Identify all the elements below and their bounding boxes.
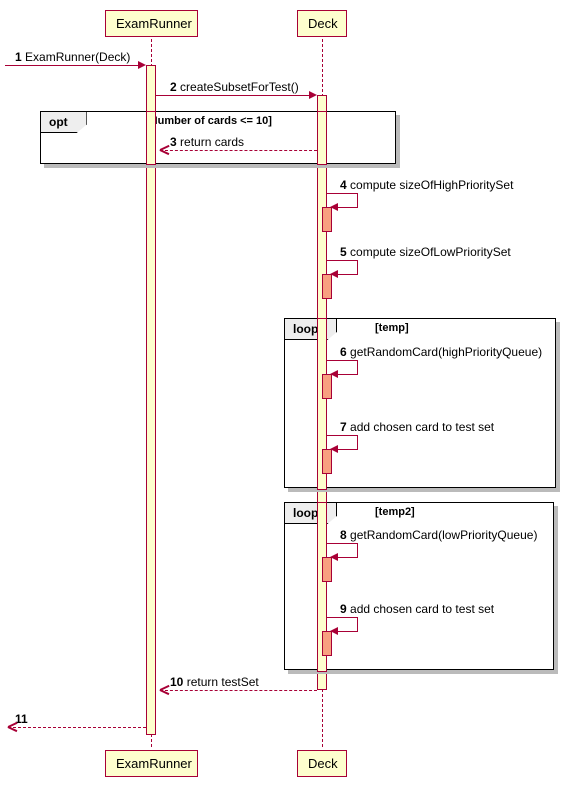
activation-m6 — [322, 374, 332, 399]
msg-2-line — [156, 95, 311, 96]
msg-1-label: 1 ExamRunner(Deck) — [15, 50, 130, 64]
participant-examrunner-top: ExamRunner — [105, 10, 198, 37]
frame-loop1-guard: [temp] — [375, 322, 409, 334]
activation-deck-overlay-opt — [317, 111, 327, 165]
participant-label: Deck — [308, 756, 338, 771]
participant-label: ExamRunner — [116, 16, 192, 31]
participant-examrunner-bottom: ExamRunner — [105, 750, 198, 777]
frame-opt-tag: opt — [41, 112, 87, 133]
activation-m9 — [322, 631, 332, 656]
msg-10-line — [160, 690, 317, 691]
activation-m4 — [322, 207, 332, 232]
msg-2-label: 2 createSubsetForTest() — [170, 80, 299, 94]
msg-4-label: 4 compute sizeOfHighPrioritySet — [340, 178, 513, 192]
participant-deck-bottom: Deck — [297, 750, 347, 777]
activation-m7 — [322, 449, 332, 474]
msg-8-label: 8 getRandomCard(lowPriorityQueue) — [340, 528, 537, 542]
msg-9-label: 9 add chosen card to test set — [340, 602, 494, 616]
msg-1-arrow — [138, 61, 146, 69]
msg-11-arrow — [8, 727, 18, 729]
frame-opt-guard: [Number of cards <= 10] — [146, 115, 272, 127]
msg-5-label: 5 compute sizeOfLowPrioritySet — [340, 245, 511, 259]
msg-2-arrow — [309, 91, 317, 99]
msg-10-arrow — [160, 690, 170, 692]
frame-loop2-guard: [temp2] — [375, 506, 415, 518]
participant-label: ExamRunner — [116, 756, 192, 771]
msg-11-line — [8, 727, 146, 728]
msg-1-line — [5, 65, 140, 66]
participant-label: Deck — [308, 16, 338, 31]
msg-3-line — [160, 150, 317, 151]
participant-deck-top: Deck — [297, 10, 347, 37]
msg-11-label: 11 — [15, 712, 28, 726]
activation-examrunner-overlay-opt — [146, 111, 156, 165]
msg-10-label: 10 return testSet — [170, 675, 259, 689]
msg-3-label: 3 return cards — [170, 135, 244, 149]
activation-m5 — [322, 274, 332, 299]
msg-7-label: 7 add chosen card to test set — [340, 420, 494, 434]
frame-loop2-tag: loop — [285, 503, 337, 524]
msg-3-arrow — [160, 150, 170, 152]
frame-loop1-tag: loop — [285, 319, 337, 340]
activation-m8 — [322, 557, 332, 582]
msg-6-label: 6 getRandomCard(highPriorityQueue) — [340, 345, 542, 359]
